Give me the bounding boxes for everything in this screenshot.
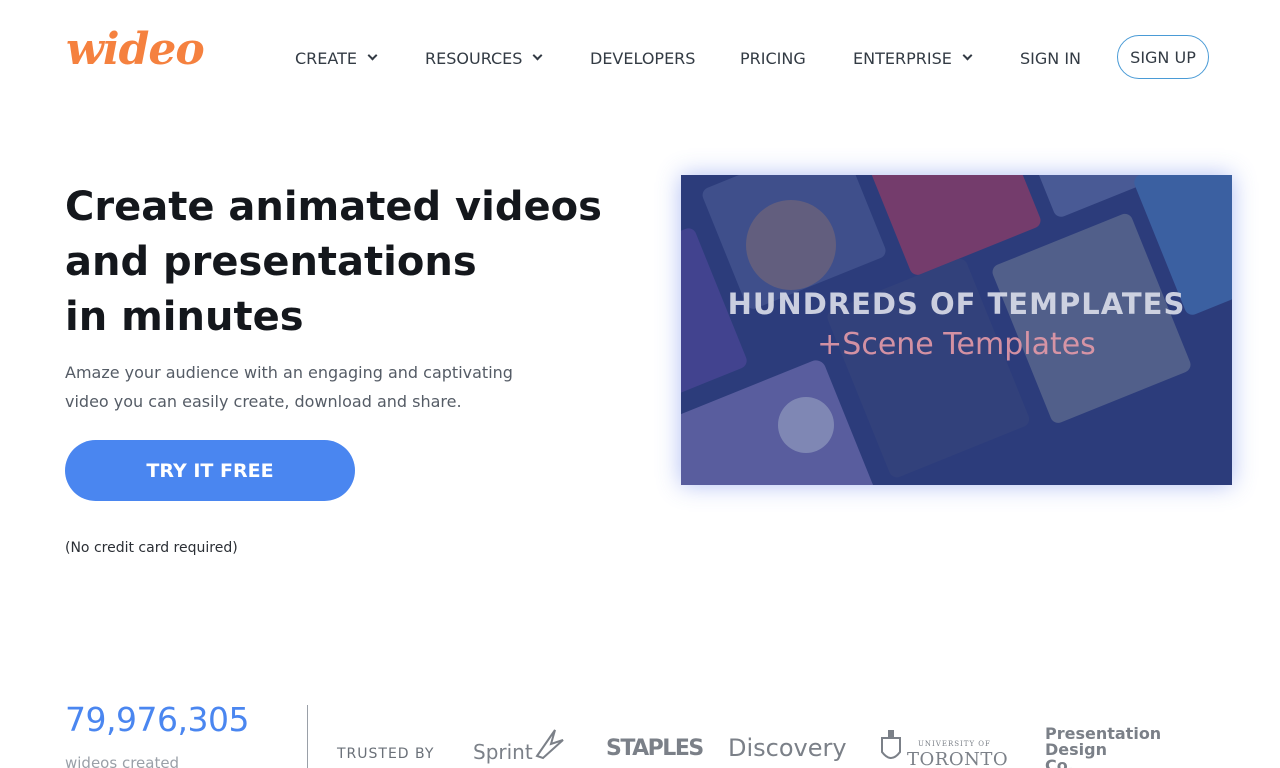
chevron-down-icon [533, 50, 543, 61]
nav-enterprise[interactable]: ENTERPRISE [853, 44, 973, 72]
staples-logo: STAPLES [606, 736, 704, 761]
discovery-logo: Discovery [728, 734, 847, 762]
hero-subtitle: Amaze your audience with an engaging and… [65, 358, 545, 416]
nav-create-label: CREATE [295, 48, 357, 68]
university-crest-icon [881, 730, 901, 759]
hero-subtitle-line: Amaze your audience with an engaging and… [65, 363, 513, 382]
no-credit-card-note: (No credit card required) [65, 540, 238, 556]
nav-sign-in[interactable]: SIGN IN [1020, 44, 1081, 72]
nav-developers[interactable]: DEVELOPERS [590, 44, 695, 72]
stats-divider [307, 705, 308, 768]
toronto-logo: TORONTO [907, 749, 1009, 768]
hero-title-line: and presentations [65, 239, 477, 285]
nav-sign-in-label: SIGN IN [1020, 48, 1082, 68]
chevron-down-icon [962, 50, 973, 61]
nav-developers-label: DEVELOPERS [590, 48, 696, 68]
nav-pricing-label: PRICING [740, 48, 806, 68]
sprint-logo: Sprint [473, 729, 564, 764]
hero-video[interactable]: HUNDREDS OF TEMPLATES +Scene Templates [681, 175, 1232, 485]
chevron-down-icon [367, 50, 378, 61]
presentation-design-co-logo: Presentation Design Co. [1045, 726, 1161, 768]
video-caption-title: HUNDREDS OF TEMPLATES [727, 287, 1186, 321]
toronto-logo-top: UNIVERSITY OF [918, 740, 991, 748]
nav-resources-label: RESOURCES [425, 48, 523, 68]
hero-subtitle-line: video you can easily create, download an… [65, 392, 462, 411]
hero-title-line: Create animated videos [65, 184, 602, 230]
main-nav: CREATE RESOURCES DEVELOPERS PRICING ENTE… [0, 44, 1280, 72]
nav-resources[interactable]: RESOURCES [425, 44, 543, 72]
try-it-free-button[interactable]: TRY IT FREE [65, 440, 355, 501]
video-caption-subtitle: +Scene Templates [817, 327, 1096, 362]
hero-title-line: in minutes [65, 294, 304, 340]
nav-enterprise-label: ENTERPRISE [853, 48, 952, 68]
wideos-count: 79,976,305 [65, 700, 249, 739]
sprint-swoosh-icon [535, 729, 564, 760]
hero-title: Create animated videos and presentations… [65, 180, 625, 345]
sign-up-button[interactable]: SIGN UP [1117, 35, 1209, 79]
nav-create[interactable]: CREATE [295, 44, 378, 72]
wideos-count-label: wideos created [65, 754, 180, 768]
trusted-by-label: TRUSTED BY [337, 746, 435, 762]
sprint-logo-text: Sprint [473, 740, 533, 764]
nav-pricing[interactable]: PRICING [740, 44, 806, 72]
pdc-line: Co. [1045, 756, 1074, 768]
